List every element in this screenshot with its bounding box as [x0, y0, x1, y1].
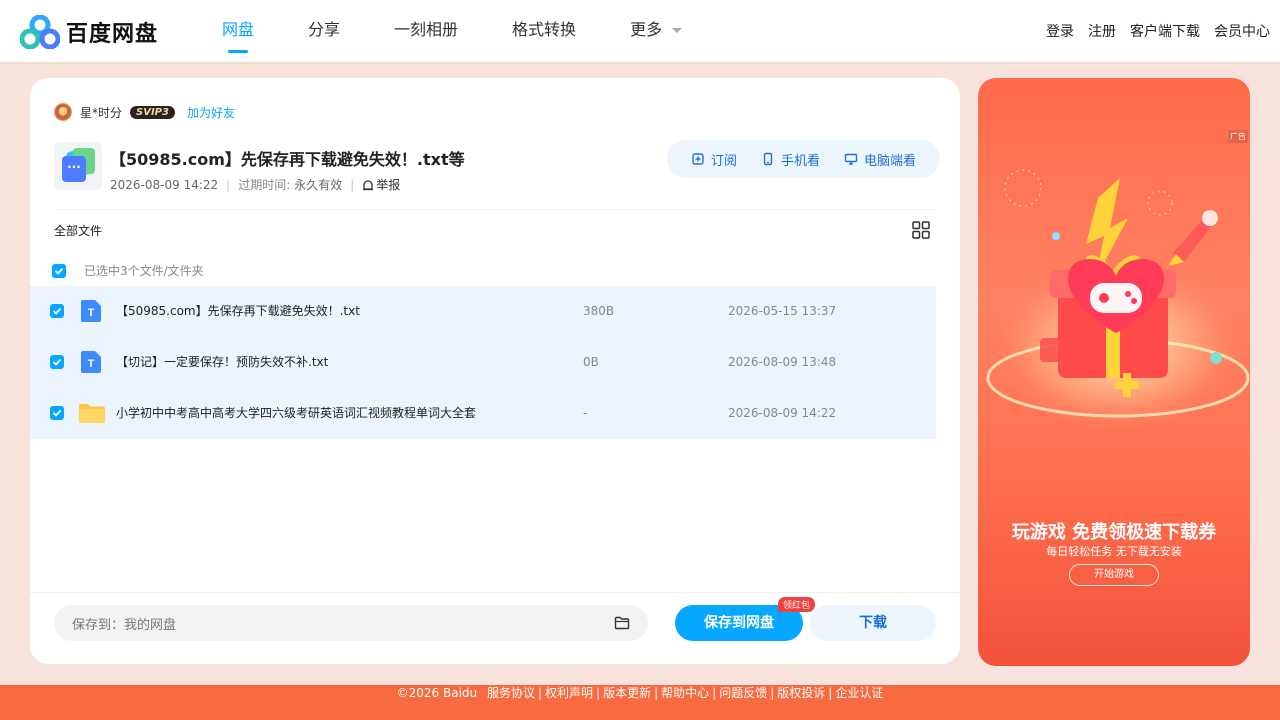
view-actions: 订阅 手机看 电脑端看: [666, 140, 940, 178]
selected-count: 已选中3个文件/文件夹: [84, 264, 204, 278]
ad-subtitle: 每日轻松任务 无下载无安装: [1046, 545, 1182, 558]
select-all: 已选中3个文件/文件夹: [52, 262, 204, 279]
row-checkbox[interactable]: [50, 304, 64, 318]
cloud-logo-icon: [20, 15, 60, 49]
expire-label: 过期时间:: [238, 178, 291, 192]
account-links: 登录 注册 客户端下载 会员中心: [1032, 0, 1270, 62]
phone-icon: [763, 152, 773, 166]
share-created-time: 2026-08-09 14:22: [110, 177, 219, 192]
save-path-label: 保存到：: [72, 617, 125, 633]
nav-more[interactable]: 更多: [630, 0, 683, 62]
share-card: 星*时分 SVIP3 加为好友 ··· 【50985.com】先保存再下载避免失…: [30, 78, 960, 664]
txt-file-icon: T: [81, 300, 101, 322]
nav-format-convert[interactable]: 格式转换: [512, 0, 576, 62]
mobile-view-button[interactable]: 手机看: [761, 150, 820, 169]
footer-link-service-agreement[interactable]: 服务协议: [487, 686, 535, 700]
copyright: ©2026 Baidu: [396, 686, 478, 700]
start-game-button[interactable]: 开始游戏: [1069, 564, 1159, 586]
share-title: 【50985.com】先保存再下载避免失效！.txt等: [110, 150, 465, 169]
main-nav: 网盘 分享 一刻相册 格式转换 更多: [222, 0, 736, 62]
save-path-value: 我的网盘: [124, 617, 177, 633]
nav-netdisk[interactable]: 网盘: [222, 0, 254, 62]
member-center-link[interactable]: 会员中心: [1214, 21, 1270, 41]
file-size: 380B: [583, 304, 615, 318]
chevron-down-icon: [672, 28, 683, 33]
monitor-icon: [844, 153, 858, 165]
file-date: 2026-08-09 14:22: [728, 406, 837, 420]
check-icon: [52, 307, 62, 315]
breadcrumb[interactable]: 全部文件: [54, 222, 102, 239]
subscribe-label: 订阅: [710, 153, 737, 169]
mobile-view-label: 手机看: [780, 153, 820, 169]
table-row[interactable]: 小学初中中考高中高考大学四六级考研英语词汇视频教程单词大全套 - 2026-08…: [30, 388, 936, 439]
nav-album[interactable]: 一刻相册: [394, 0, 458, 62]
footer-link-help[interactable]: 帮助中心: [661, 686, 709, 700]
add-friend-link[interactable]: 加为好友: [187, 104, 235, 121]
file-size: 0B: [583, 355, 599, 369]
svg-text:T: T: [88, 358, 95, 370]
footer-link-feedback[interactable]: 问题反馈: [719, 686, 767, 700]
nav-more-label: 更多: [630, 20, 663, 39]
select-all-checkbox[interactable]: [52, 263, 66, 278]
red-packet-badge: 领红包: [778, 597, 816, 612]
desktop-view-button[interactable]: 电脑端看: [844, 150, 916, 169]
baidu-netdisk-logo[interactable]: 百度网盘: [20, 14, 170, 50]
game-ad-banner[interactable]: 广告 玩游戏 免费领极速下载券 每日轻松任务 无下载无安装 开始游戏: [978, 78, 1250, 666]
file-date: 2026-05-15 13:37: [728, 304, 837, 318]
file-list: T 【50985.com】先保存再下载避免失效！.txt 380B 2026-0…: [30, 286, 936, 439]
subscribe-icon: [692, 153, 704, 165]
file-date: 2026-08-09 13:48: [728, 355, 837, 369]
ad-title: 玩游戏 免费领极速下载券: [1011, 522, 1217, 543]
file-name[interactable]: 【切记】一定要保存！预防失效不补.txt: [116, 337, 556, 388]
footer-link-rights[interactable]: 权利声明: [545, 686, 593, 700]
desktop-view-label: 电脑端看: [863, 153, 916, 169]
login-link[interactable]: 登录: [1046, 21, 1074, 41]
file-name[interactable]: 【50985.com】先保存再下载避免失效！.txt: [116, 286, 556, 337]
check-icon: [52, 409, 62, 417]
owner-name: 星*时分: [80, 105, 123, 120]
ad-label: 广告: [1228, 130, 1248, 143]
client-download-link[interactable]: 客户端下载: [1130, 21, 1200, 41]
check-icon: [52, 358, 62, 366]
share-bundle-icon: ···: [54, 142, 102, 190]
table-row[interactable]: T 【50985.com】先保存再下载避免失效！.txt 380B 2026-0…: [30, 286, 936, 337]
register-link[interactable]: 注册: [1088, 21, 1116, 41]
alarm-icon: [363, 179, 374, 190]
grid-view-icon[interactable]: [912, 221, 930, 239]
share-meta: 2026-08-09 14:22 | 过期时间: 永久有效 | 举报: [110, 176, 401, 193]
folder-icon: [79, 404, 105, 423]
logo-text: 百度网盘: [66, 22, 159, 47]
avatar[interactable]: [54, 103, 72, 121]
footer-link-copyright-complaint[interactable]: 版权投诉: [777, 686, 825, 700]
divider: [54, 209, 936, 210]
check-icon: [54, 267, 64, 275]
footer-link-version[interactable]: 版本更新: [603, 686, 651, 700]
txt-file-icon: T: [81, 351, 101, 373]
row-checkbox[interactable]: [50, 355, 64, 369]
table-row[interactable]: T 【切记】一定要保存！预防失效不补.txt 0B 2026-08-09 13:…: [30, 337, 936, 388]
folder-name[interactable]: 小学初中中考高中高考大学四六级考研英语词汇视频教程单词大全套: [116, 388, 556, 439]
expire-value: 永久有效: [294, 178, 343, 192]
subscribe-button[interactable]: 订阅: [691, 150, 737, 169]
share-owner: 星*时分 SVIP3 加为好友: [54, 102, 235, 122]
top-header: 百度网盘 网盘 分享 一刻相册 格式转换 更多 登录 注册 客户端下载 会员中心: [0, 0, 1280, 62]
file-size: -: [583, 406, 588, 420]
footer-link-enterprise[interactable]: 企业认证: [835, 686, 883, 700]
svg-text:T: T: [88, 307, 95, 319]
download-button[interactable]: 下载: [810, 605, 936, 641]
report-label: 举报: [376, 178, 401, 192]
svip-badge: SVIP3: [130, 105, 175, 119]
row-checkbox[interactable]: [50, 406, 64, 420]
save-bar: 保存到： 我的网盘 保存到网盘 领红包 下载: [30, 592, 960, 664]
folder-icon[interactable]: [614, 615, 630, 631]
footer: ©2026 Baidu 服务协议 | 权利声明 | 版本更新 | 帮助中心 | 问题反馈 | 版权投…: [0, 685, 1280, 720]
save-path-field[interactable]: 保存到： 我的网盘: [54, 605, 648, 641]
gift-box-illustration: [986, 169, 1250, 428]
report-button[interactable]: 举报: [362, 176, 400, 193]
nav-share[interactable]: 分享: [308, 0, 340, 62]
